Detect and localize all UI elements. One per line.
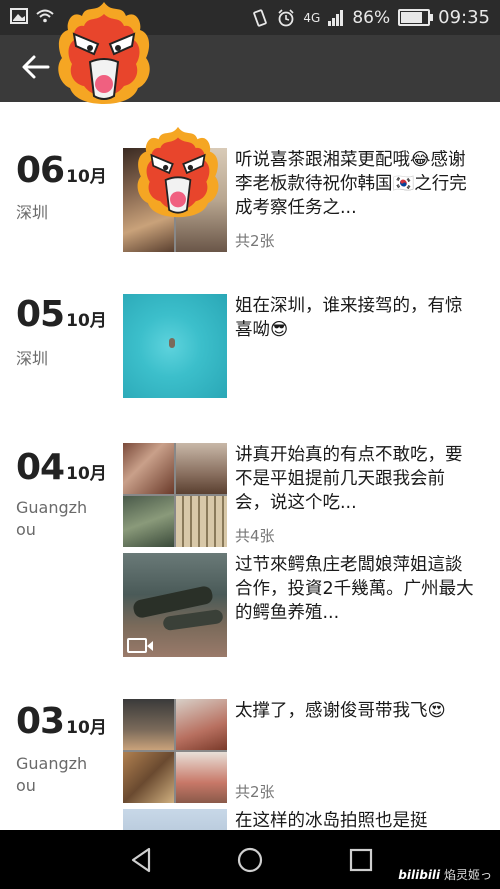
battery-percent: 86%	[352, 7, 391, 28]
back-arrow-icon	[22, 55, 50, 79]
entry-month: 10月	[66, 311, 107, 331]
nav-back-icon[interactable]	[127, 846, 155, 874]
entry-date: 04 10月	[16, 447, 107, 488]
nav-home-icon[interactable]	[236, 846, 264, 874]
entry-month: 10月	[66, 167, 107, 187]
nav-recent-icon[interactable]	[347, 846, 375, 874]
watermark: bilibili 焰灵姬っ	[398, 866, 492, 883]
photo-count: 共2张	[235, 783, 275, 801]
entry-location: 深圳	[16, 349, 49, 368]
post-text: 姐在深圳，谁来接驾的，有惊喜呦😎	[235, 296, 463, 340]
entry-day: 04	[16, 447, 65, 488]
post-text: 过节來鳄魚庄老闆娘萍姐這談合作，投資2千幾萬。广州最大的鳄鱼养殖...	[235, 555, 474, 623]
entry-day: 06	[16, 150, 65, 191]
post-thumbnail[interactable]	[123, 443, 227, 547]
post-text: 听说喜茶跟湘菜更配哦😂感谢李老板款待祝你韩国🇰🇷之行完成考察任务之...	[235, 150, 467, 218]
entry-location: Guangzh ou	[16, 754, 88, 795]
watermark-user: 焰灵姬っ	[443, 868, 492, 882]
post-text: 太撑了，感谢俊哥带我飞😍	[235, 701, 446, 721]
vibrate-icon	[253, 8, 268, 27]
navigation-bar: bilibili 焰灵姬っ	[0, 830, 500, 889]
entry-month: 10月	[66, 718, 107, 738]
entry-date: 05 10月	[16, 294, 107, 335]
alarm-icon	[278, 8, 294, 26]
post-thumbnail[interactable]	[123, 809, 227, 830]
network-label: 4G	[303, 10, 321, 25]
post-text: 在这样的冰岛拍照也是挺	[235, 811, 428, 830]
clock: 09:35	[438, 7, 490, 28]
entry-location: 深圳	[16, 203, 49, 222]
post-thumbnail[interactable]	[123, 294, 227, 398]
photo-count: 共2张	[235, 232, 275, 250]
moments-feed[interactable]: 06 10月 深圳 听说喜茶跟湘菜更配哦😂感谢李老板款待祝你韩国🇰🇷之行完成考察任…	[0, 102, 500, 830]
entry-date: 06 10月	[16, 150, 107, 191]
entry-day: 05	[16, 294, 65, 335]
back-button[interactable]	[18, 49, 54, 85]
entry-location: Guangzh ou	[16, 498, 88, 539]
entry-date: 03 10月	[16, 701, 107, 742]
photo-count: 共4张	[235, 527, 275, 545]
post-video-thumbnail[interactable]	[123, 553, 227, 657]
battery-icon	[398, 9, 434, 26]
video-camera-icon	[127, 638, 153, 653]
entry-month: 10月	[66, 464, 107, 484]
avatar[interactable]	[52, 0, 156, 106]
signal-icon	[328, 9, 344, 26]
post-thumbnail[interactable]	[123, 699, 227, 803]
watermark-brand: bilibili	[398, 868, 441, 882]
entry-day: 03	[16, 701, 65, 742]
image-icon	[10, 8, 28, 24]
fire-face-sticker	[137, 126, 219, 218]
post-text: 讲真开始真的有点不敢吃，要不是平姐提前几天跟我会前会，说这个吃...	[235, 445, 463, 513]
